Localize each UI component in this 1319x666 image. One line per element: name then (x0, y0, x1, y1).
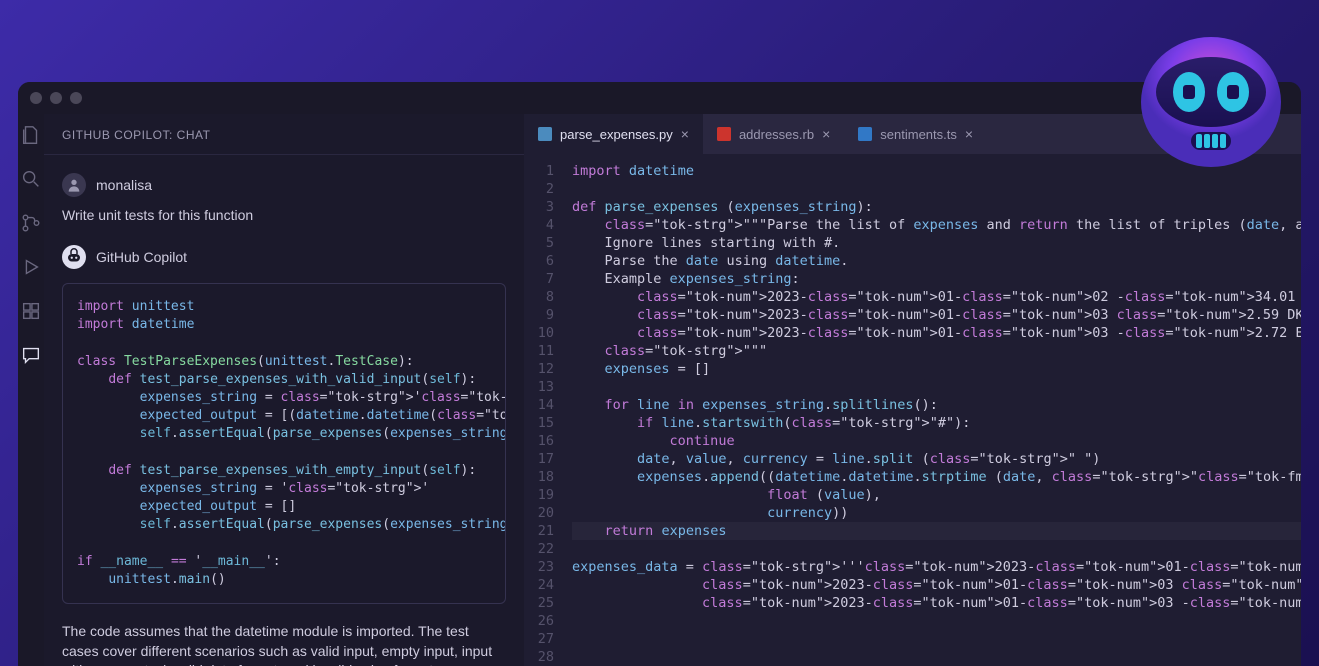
chat-code-block[interactable]: import unittest import datetime class Te… (62, 283, 506, 604)
copilot-mascot (1131, 22, 1291, 182)
titlebar (18, 82, 1301, 114)
tab-label: addresses.rb (739, 127, 814, 142)
run-debug-icon[interactable] (18, 254, 44, 280)
activity-bar (18, 114, 44, 666)
tab-label: sentiments.ts (880, 127, 957, 142)
tab-addresses-rb[interactable]: addresses.rb × (703, 114, 844, 154)
source-control-icon[interactable] (18, 210, 44, 236)
user-prompt: Write unit tests for this function (62, 207, 506, 223)
close-icon[interactable]: × (965, 126, 973, 142)
chat-header: GITHUB COPILOT: CHAT (44, 114, 524, 155)
editor-code-content[interactable]: import datetime def parse_expenses (expe… (572, 154, 1301, 666)
close-icon[interactable]: × (681, 126, 689, 142)
editor-panel: parse_expenses.py×addresses.rb×sentiment… (524, 114, 1301, 666)
extensions-icon[interactable] (18, 298, 44, 324)
file-icon (858, 127, 872, 141)
user-avatar (62, 173, 86, 197)
file-icon (717, 127, 731, 141)
ide-window: GITHUB COPILOT: CHAT monalisa Write unit… (18, 82, 1301, 666)
code-area[interactable]: 1 2 3 4 5 6 7 8 9 10 11 12 13 14 15 16 1… (524, 154, 1301, 666)
window-minimize-button[interactable] (50, 92, 62, 104)
username: monalisa (96, 177, 152, 193)
chat-panel: GITHUB COPILOT: CHAT monalisa Write unit… (44, 114, 524, 666)
close-icon[interactable]: × (822, 126, 830, 142)
file-icon (538, 127, 552, 141)
chat-body: monalisa Write unit tests for this funct… (44, 155, 524, 666)
assistant-explanation: The code assumes that the datetime modul… (62, 622, 506, 666)
assistant-message-header: GitHub Copilot (62, 245, 506, 269)
tab-parse_expenses-py[interactable]: parse_expenses.py × (524, 114, 703, 154)
window-close-button[interactable] (30, 92, 42, 104)
window-zoom-button[interactable] (70, 92, 82, 104)
assistant-name: GitHub Copilot (96, 249, 187, 265)
chat-icon[interactable] (18, 342, 44, 368)
line-gutter: 1 2 3 4 5 6 7 8 9 10 11 12 13 14 15 16 1… (524, 154, 572, 666)
main-area: GITHUB COPILOT: CHAT monalisa Write unit… (18, 114, 1301, 666)
copilot-avatar (62, 245, 86, 269)
user-message-header: monalisa (62, 173, 506, 197)
tab-sentiments-ts[interactable]: sentiments.ts × (844, 114, 987, 154)
tab-label: parse_expenses.py (560, 127, 673, 142)
explorer-icon[interactable] (18, 122, 44, 148)
search-icon[interactable] (18, 166, 44, 192)
